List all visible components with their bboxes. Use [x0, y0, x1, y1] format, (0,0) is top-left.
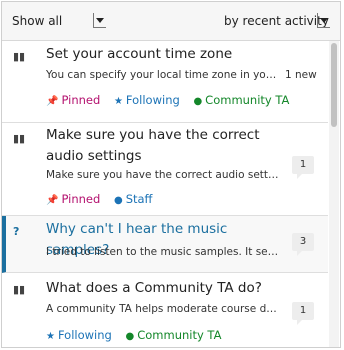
chevron-down-icon[interactable] [93, 13, 106, 28]
comment-count-badge: 1 [292, 302, 314, 325]
community-ta-text: Community TA [137, 328, 222, 342]
filter-dropdown[interactable]: Show all [12, 12, 106, 30]
thread-tags: ★ Following ● Community TA [46, 328, 231, 342]
thread-item-active[interactable]: ? Why can't I hear the music samples? I … [2, 216, 328, 273]
thread-tags: 📌 Pinned ● Staff [46, 192, 162, 206]
pinned-label: 📌 Pinned [46, 93, 100, 107]
thread-preview: A community TA helps moderate course dis… [46, 303, 279, 315]
thread-title[interactable]: What does a Community TA do? [46, 278, 286, 299]
community-ta-label: ● Community TA [193, 93, 289, 107]
thread-list-scrollbar[interactable] [329, 41, 339, 347]
filter-dropdown-value: Show all [12, 14, 63, 28]
chevron-down-icon[interactable] [317, 13, 330, 28]
thread-item[interactable]: ▮▮ Set your account time zone You can sp… [2, 41, 328, 123]
pinned-text: Pinned [61, 192, 101, 206]
pinned-text: Pinned [61, 93, 101, 107]
discussion-thread-panel: Show all by recent activity ▮▮ Set your … [1, 1, 341, 348]
community-ta-label: ● Community TA [125, 328, 221, 342]
discussion-icon: ▮▮ [13, 50, 26, 63]
thread-title[interactable]: Set your account time zone [46, 44, 286, 65]
pinned-label: 📌 Pinned [46, 192, 100, 206]
question-icon: ? [13, 225, 20, 238]
sort-dropdown-value: by recent activity [224, 14, 329, 28]
discussion-icon: ▮▮ [13, 132, 26, 145]
staff-text: Staff [125, 192, 153, 206]
user-icon: ● [125, 331, 135, 342]
thread-list: ▮▮ Set your account time zone You can sp… [2, 41, 328, 347]
scrollbar-thumb[interactable] [331, 43, 337, 127]
star-icon: ★ [46, 331, 55, 342]
thread-preview: Make sure you have the correct audio set… [46, 169, 279, 181]
thread-list-toolbar: Show all by recent activity [2, 2, 340, 41]
user-icon: ● [113, 195, 123, 206]
community-ta-text: Community TA [205, 93, 290, 107]
thread-title[interactable]: Make sure you have the correct audio set… [46, 125, 286, 167]
star-icon: ★ [113, 96, 123, 107]
staff-label: ● Staff [114, 192, 153, 206]
pin-icon: 📌 [46, 96, 59, 107]
thread-preview: I tried to listen to the music samples. … [46, 246, 279, 258]
thread-tags: 📌 Pinned ★ Following ● Community TA [46, 93, 299, 107]
following-text: Following [125, 93, 180, 107]
following-text: Following [57, 328, 112, 342]
pin-icon: 📌 [46, 195, 59, 206]
thread-preview: You can specify your local time zone in … [46, 69, 279, 81]
following-label: ★ Following [114, 93, 180, 107]
user-icon: ● [193, 96, 203, 107]
thread-item[interactable]: ▮▮ Make sure you have the correct audio … [2, 123, 328, 216]
new-comment-count: 1 new [285, 69, 317, 81]
discussion-icon: ▮▮ [13, 283, 26, 296]
comment-count-badge: 3 [292, 233, 314, 256]
comment-count-badge: 1 [292, 156, 314, 179]
following-label: ★ Following [46, 328, 112, 342]
sort-dropdown[interactable]: by recent activity [224, 12, 330, 30]
thread-item[interactable]: ▮▮ What does a Community TA do? A commun… [2, 273, 328, 347]
